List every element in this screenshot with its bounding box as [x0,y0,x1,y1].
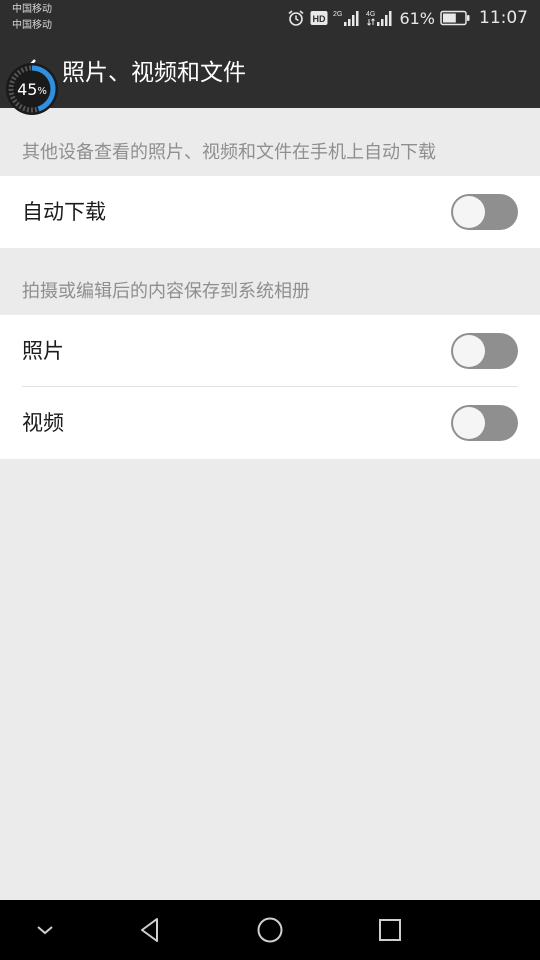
title-bar: 照片、视频和文件 [0,38,540,108]
progress-value: 45 % [5,62,59,116]
setting-label-photos: 照片 [22,339,64,363]
setting-row-photos[interactable]: 照片 [0,315,540,387]
nav-recents-button[interactable] [370,910,410,950]
network-label-1: 2G [333,11,342,18]
hd-label: HD [313,14,326,24]
hd-icon: HD [310,10,328,26]
setting-label-auto-download: 自动下载 [22,200,106,224]
toggle-knob [453,407,485,439]
signal-icon-2g: 2G [333,9,361,27]
page-title: 照片、视频和文件 [62,60,246,86]
signal-icon-4g: 4G [366,9,394,27]
progress-number: 45 [17,79,38,99]
toggle-knob [453,196,485,228]
section-header-save-to-album: 拍摄或编辑后的内容保存到系统相册 [22,281,310,302]
nav-back-button[interactable] [130,910,170,950]
toggle-knob [453,335,485,367]
progress-overlay[interactable]: 45 % [5,62,59,116]
status-bar: 中国移动 中国移动 HD 2G 4G 61% 11:07 [0,0,540,38]
auto-download-toggle[interactable] [451,194,518,230]
navigation-bar [0,900,540,960]
videos-toggle[interactable] [451,405,518,441]
carrier-label-2: 中国移动 [12,20,52,31]
status-icons: HD 2G 4G 61% 11:07 [287,8,528,28]
section-header-auto-download: 其他设备查看的照片、视频和文件在手机上自动下载 [22,142,436,163]
carrier-label-1: 中国移动 [12,4,52,15]
setting-row-auto-download[interactable]: 自动下载 [0,176,540,248]
photos-toggle[interactable] [451,333,518,369]
alarm-icon [287,9,305,27]
progress-unit: % [37,85,47,97]
chevron-down-icon[interactable] [33,918,57,942]
hide-navbar-button[interactable] [25,910,65,950]
battery-percent: 61% [399,8,435,28]
recents-square-icon[interactable] [377,917,403,943]
setting-row-videos[interactable]: 视频 [0,387,540,459]
settings-card-save: 照片 视频 [0,315,540,459]
back-triangle-icon[interactable] [136,916,164,944]
status-time: 11:07 [479,8,528,28]
home-circle-icon[interactable] [256,916,284,944]
battery-icon [440,10,470,26]
setting-label-videos: 视频 [22,411,64,435]
nav-home-button[interactable] [250,910,290,950]
settings-card-download: 自动下载 [0,176,540,248]
network-label-2: 4G [366,11,375,18]
